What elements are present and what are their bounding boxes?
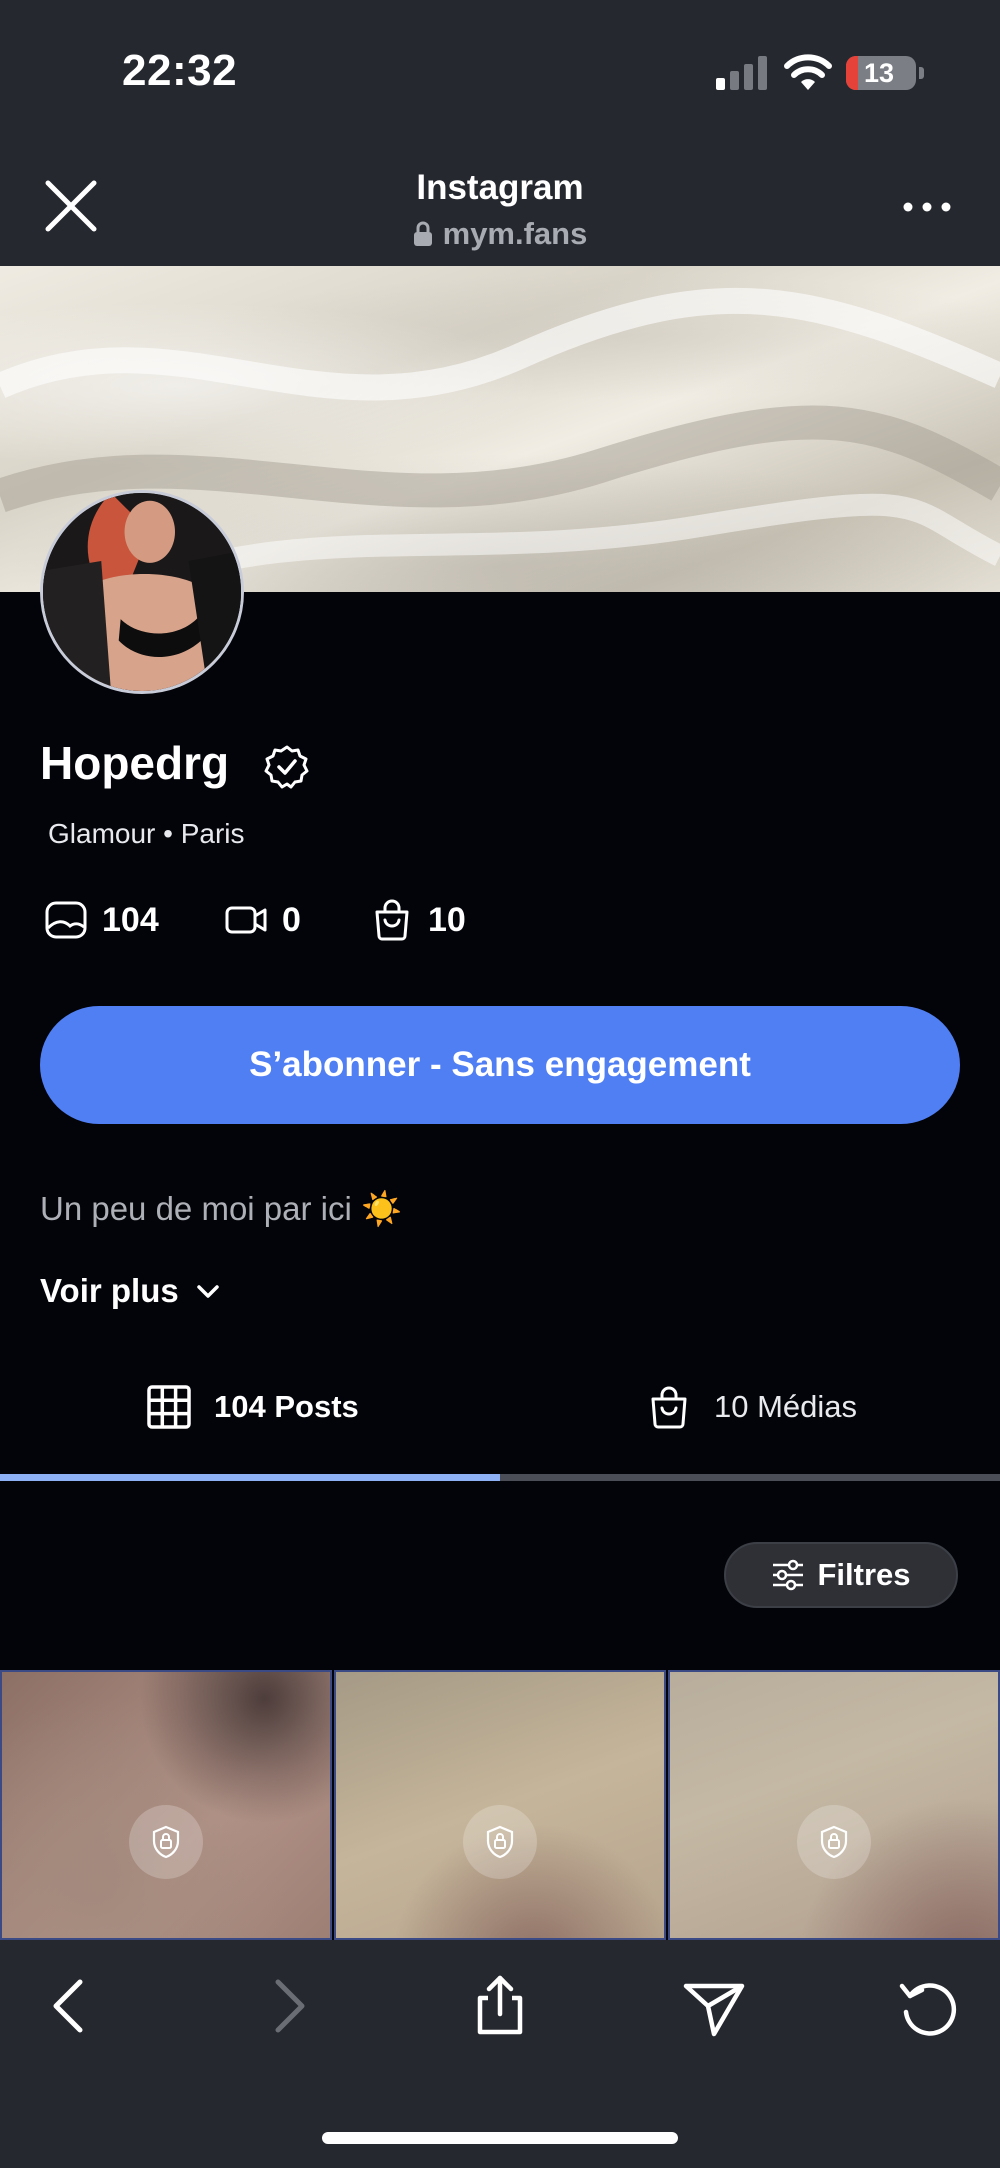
more-icon[interactable]: [900, 190, 954, 224]
shopping-bag-icon: [651, 1386, 687, 1429]
tab-medias[interactable]: 10 Médias: [646, 1378, 857, 1436]
locked-badge: [797, 1805, 871, 1879]
profile-name: Hopedrg: [40, 737, 230, 789]
status-time: 22:32: [122, 46, 238, 95]
stat-videos-count: 0: [282, 900, 301, 939]
avatar[interactable]: [40, 490, 244, 694]
avatar-photo: [43, 493, 241, 691]
shopping-bag-icon: [375, 899, 409, 941]
battery-level: 13: [863, 58, 895, 88]
profile-bio-text: Un peu de moi par ici: [40, 1190, 352, 1227]
share-icon[interactable]: [468, 1974, 532, 2038]
tab-posts[interactable]: 104 Posts: [146, 1378, 359, 1436]
tab-indicator-track: [0, 1474, 1000, 1481]
browser-url-text: mym.fans: [442, 216, 588, 251]
browser-title: Instagram: [416, 168, 584, 207]
see-more-label: Voir plus: [40, 1272, 179, 1309]
tab-posts-label: 104 Posts: [214, 1389, 359, 1424]
cellular-signal-icon: [716, 56, 767, 90]
send-icon[interactable]: [682, 1974, 746, 2038]
locked-post[interactable]: [0, 1670, 332, 1940]
video-camera-icon: [225, 906, 267, 934]
home-indicator[interactable]: [322, 2132, 678, 2144]
stat-posts-count: 104: [102, 900, 159, 939]
filters-label: Filtres: [817, 1557, 911, 1592]
lock-icon: [413, 221, 432, 246]
lock-icon: [152, 1825, 180, 1859]
posts-grid: [0, 1670, 1000, 1940]
image-icon: [45, 901, 87, 939]
profile-bio: Un peu de moi par ici ☀️: [40, 1190, 402, 1229]
locked-post[interactable]: [334, 1670, 666, 1940]
see-more-button[interactable]: Voir plus: [40, 1272, 223, 1310]
wifi-icon: [784, 54, 832, 90]
stat-videos: 0: [224, 896, 301, 944]
battery-icon: 13: [846, 56, 924, 90]
filters-button[interactable]: Filtres: [724, 1542, 958, 1608]
back-icon[interactable]: [40, 1974, 104, 2038]
verified-badge-icon: [264, 745, 309, 789]
lock-icon: [820, 1825, 848, 1859]
browser-url[interactable]: mym.fans: [0, 216, 1000, 252]
chevron-down-icon: [197, 1285, 219, 1298]
subscribe-button[interactable]: S’abonner - Sans engagement: [40, 1006, 960, 1124]
tab-indicator-active: [0, 1474, 500, 1481]
profile-tagline: Glamour • Paris: [48, 818, 245, 849]
stat-medias-count: 10: [428, 900, 466, 939]
sun-emoji: ☀️: [361, 1190, 403, 1227]
reload-icon[interactable]: [896, 1974, 960, 2038]
locked-badge: [463, 1805, 537, 1879]
stat-medias: 10: [370, 896, 466, 944]
grid-icon: [147, 1385, 191, 1429]
lock-icon: [486, 1825, 514, 1859]
locked-badge: [129, 1805, 203, 1879]
tab-medias-label: 10 Médias: [714, 1389, 858, 1424]
locked-post[interactable]: [668, 1670, 1000, 1940]
stat-posts: 104: [44, 896, 159, 944]
forward-icon[interactable]: [254, 1974, 318, 2038]
sliders-icon: [773, 1559, 804, 1591]
